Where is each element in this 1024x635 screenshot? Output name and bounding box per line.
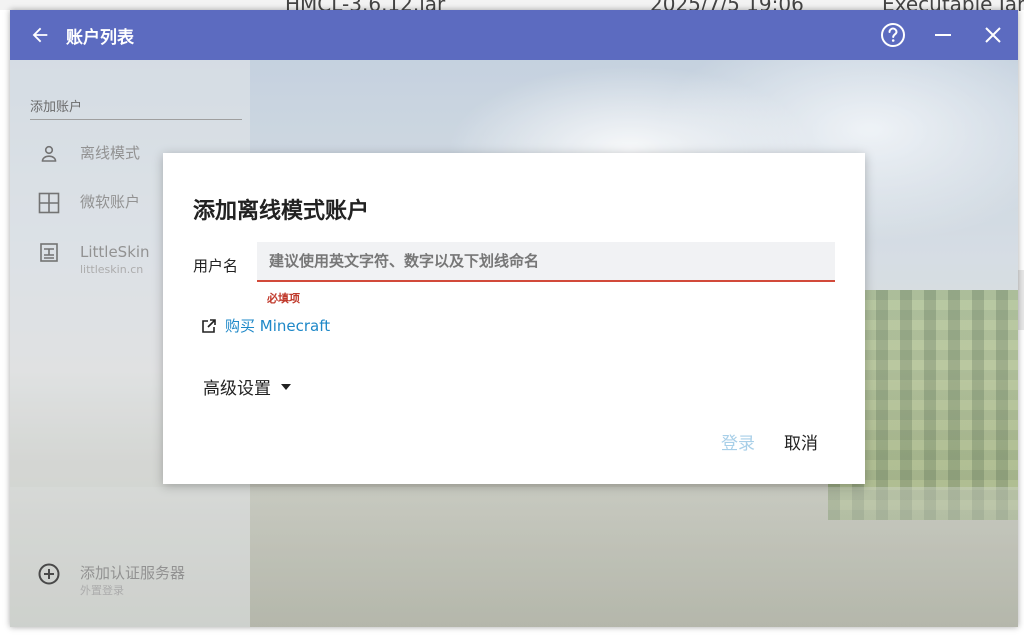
help-button[interactable]	[868, 10, 918, 60]
page-title: 账户列表	[66, 27, 134, 48]
username-label: 用户名	[193, 257, 239, 275]
app-window: 账户列表 添加账户 离线模式 微软账户 LittleSkin littleski…	[10, 10, 1018, 627]
buy-minecraft-label: 购买 Minecraft	[225, 317, 331, 335]
buy-minecraft-link[interactable]: 购买 Minecraft	[201, 315, 330, 336]
close-button[interactable]	[968, 10, 1018, 60]
close-icon	[985, 27, 1001, 43]
content-area: 添加账户 离线模式 微软账户 LittleSkin littleskin.cn …	[10, 60, 1018, 627]
username-error: 必填项	[267, 292, 300, 305]
arrow-left-icon	[32, 27, 48, 43]
titlebar: 账户列表	[10, 10, 1018, 60]
minus-icon	[935, 34, 951, 36]
desktop-background: HMCL-3.6.12.jar 2025/7/5 19:06 Executabl…	[0, 0, 1024, 16]
login-button[interactable]: 登录	[721, 429, 755, 454]
advanced-settings-toggle[interactable]: 高级设置	[203, 374, 291, 399]
add-offline-account-dialog: 添加离线模式账户 用户名 必填项 购买 Minecraft 高级设置	[163, 153, 865, 484]
minimize-button[interactable]	[918, 10, 968, 60]
external-link-icon	[202, 318, 216, 333]
back-button[interactable]	[10, 10, 70, 60]
help-circle-icon	[881, 23, 905, 47]
dialog-title: 添加离线模式账户	[193, 199, 370, 224]
cancel-button[interactable]: 取消	[784, 429, 818, 454]
username-input[interactable]	[257, 242, 835, 282]
advanced-settings-label: 高级设置	[203, 379, 271, 399]
caret-down-icon	[281, 383, 291, 390]
